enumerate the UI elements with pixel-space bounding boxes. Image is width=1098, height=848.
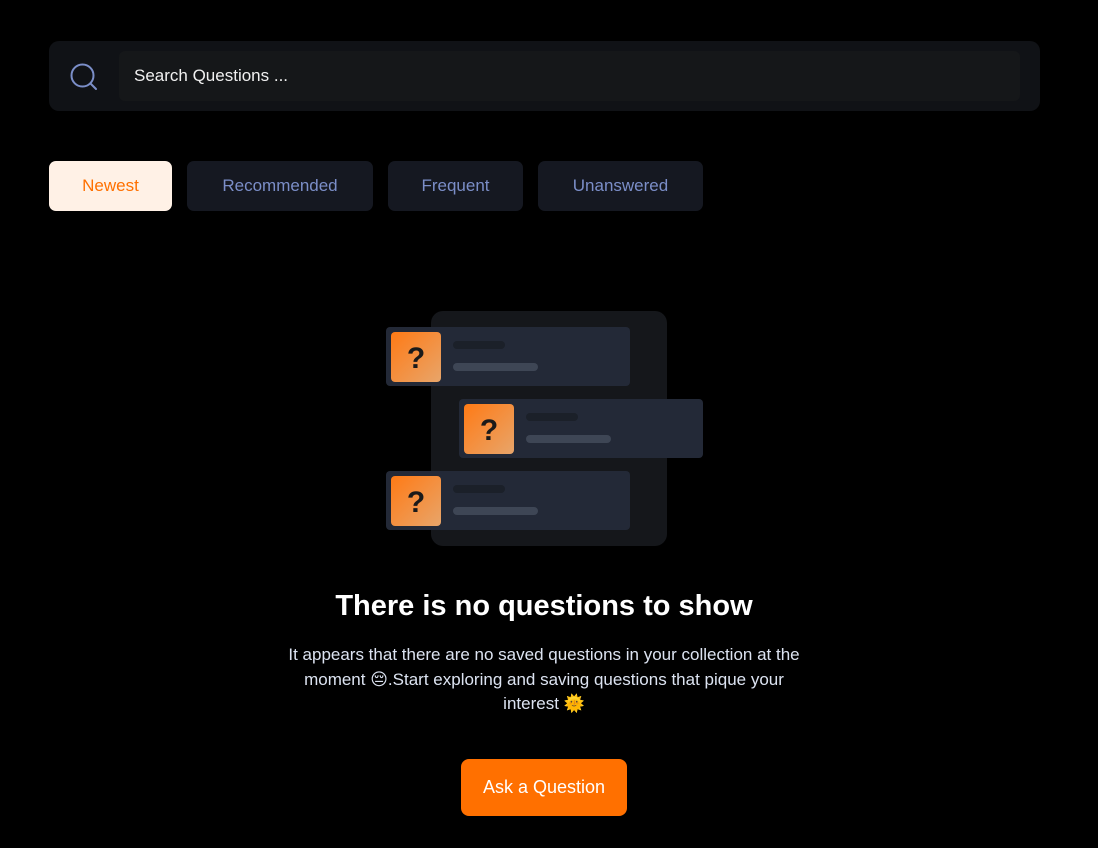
question-card-placeholder: ? xyxy=(386,327,630,386)
question-mark-icon: ? xyxy=(407,342,425,375)
filter-frequent-button[interactable]: Frequent xyxy=(388,161,523,211)
ask-question-button[interactable]: Ask a Question xyxy=(461,759,627,816)
empty-questions-illustration: ? ? ? xyxy=(386,311,703,546)
search-bar xyxy=(49,41,1040,111)
filter-newest-button[interactable]: Newest xyxy=(49,161,172,211)
question-card-placeholder: ? xyxy=(459,399,703,458)
filter-unanswered-button[interactable]: Unanswered xyxy=(538,161,703,211)
empty-state-description: It appears that there are no saved quest… xyxy=(288,645,800,713)
question-mark-icon: ? xyxy=(407,486,425,519)
filter-recommended-button[interactable]: Recommended xyxy=(187,161,373,211)
search-icon[interactable] xyxy=(69,62,99,92)
search-input[interactable] xyxy=(119,51,1020,101)
empty-state-title: There is no questions to show xyxy=(335,590,753,622)
question-mark-icon: ? xyxy=(480,414,498,447)
question-card-placeholder: ? xyxy=(386,471,630,530)
